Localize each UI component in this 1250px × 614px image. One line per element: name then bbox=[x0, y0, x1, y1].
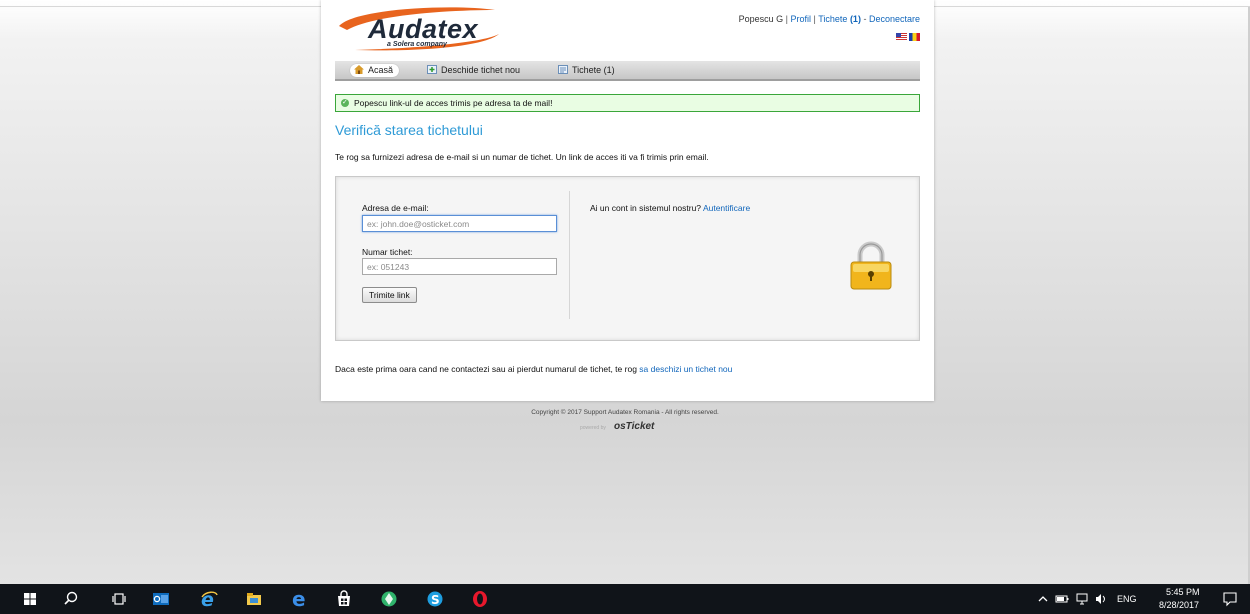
osticket-logo: osTicket bbox=[614, 421, 655, 432]
account-question: Ai un cont in sistemul nostru? Autentifi… bbox=[590, 203, 750, 213]
nav-new-ticket[interactable]: Deschide tichet nou bbox=[423, 64, 526, 77]
network-icon[interactable] bbox=[1075, 592, 1089, 606]
send-link-button[interactable]: Trimite link bbox=[362, 287, 417, 303]
nav-tickets[interactable]: Tichete (1) bbox=[554, 64, 621, 77]
romanian-flag-icon[interactable] bbox=[909, 33, 920, 41]
battery-icon[interactable] bbox=[1055, 592, 1069, 606]
footer-note: Daca este prima oara cand ne contactezi … bbox=[335, 364, 732, 374]
svg-text:e: e bbox=[292, 590, 306, 608]
opera-icon[interactable] bbox=[471, 590, 489, 608]
tickets-link-label: Tichete bbox=[818, 14, 848, 24]
login-link[interactable]: Autentificare bbox=[703, 203, 750, 213]
notifications-icon[interactable] bbox=[1222, 591, 1238, 607]
audatex-logo[interactable]: Audatex a Solera company bbox=[335, 6, 503, 52]
ticket-number-input[interactable] bbox=[362, 258, 557, 275]
taskbar: e e S ENG 5:45 PM 8/28/2017 bbox=[0, 584, 1250, 614]
english-flag-icon[interactable] bbox=[896, 33, 907, 41]
main-nav: Acasă Deschide tichet nou Tichete (1) bbox=[335, 61, 920, 81]
account-question-text: Ai un cont in sistemul nostru? bbox=[590, 203, 702, 213]
logout-link[interactable]: Deconectare bbox=[869, 14, 920, 24]
nav-home-label: Acasă bbox=[368, 65, 394, 75]
lock-icon bbox=[850, 241, 892, 290]
footer-note-text: Daca este prima oara cand ne contactezi … bbox=[335, 364, 637, 374]
intro-text: Te rog sa furnizezi adresa de e-mail si … bbox=[335, 152, 709, 162]
form-divider bbox=[569, 191, 570, 319]
nav-tickets-label: Tichete (1) bbox=[572, 65, 615, 75]
internet-explorer-icon[interactable]: e bbox=[200, 590, 218, 608]
email-label: Adresa de e-mail: bbox=[362, 203, 429, 213]
volume-icon[interactable] bbox=[1094, 592, 1108, 606]
success-notice: Popescu link-ul de acces trimis pe adres… bbox=[335, 94, 920, 112]
store-icon[interactable] bbox=[335, 590, 353, 608]
svg-text:S: S bbox=[431, 593, 440, 607]
tickets-icon bbox=[558, 65, 568, 74]
nav-home[interactable]: Acasă bbox=[350, 64, 400, 77]
search-icon[interactable] bbox=[62, 590, 80, 608]
brand-tagline: a Solera company bbox=[387, 41, 447, 48]
email-input[interactable] bbox=[362, 215, 557, 232]
language-indicator[interactable]: ENG bbox=[1117, 594, 1137, 604]
check-icon bbox=[341, 95, 349, 111]
tickets-link[interactable]: Tichete (1) bbox=[818, 14, 861, 24]
open-new-ticket-link[interactable]: sa deschizi un tichet nou bbox=[639, 364, 732, 374]
new-ticket-icon bbox=[427, 65, 437, 74]
file-explorer-icon[interactable] bbox=[245, 590, 263, 608]
page-title: Verifică starea tichetului bbox=[335, 122, 483, 138]
user-name: Popescu G bbox=[738, 14, 784, 24]
clock-time[interactable]: 5:45 PM bbox=[1166, 587, 1200, 597]
outlook-icon[interactable] bbox=[152, 590, 170, 608]
profile-link[interactable]: Profil bbox=[791, 14, 812, 24]
skype-icon[interactable]: S bbox=[426, 590, 444, 608]
task-view-icon[interactable] bbox=[110, 590, 128, 608]
language-flags bbox=[896, 33, 920, 41]
tickets-count: (1) bbox=[849, 14, 861, 24]
home-icon bbox=[354, 65, 364, 74]
powered-by-osticket[interactable]: powered by osTicket bbox=[580, 421, 670, 433]
edge-icon[interactable]: e bbox=[291, 590, 309, 608]
powered-by-text: powered by bbox=[580, 425, 606, 431]
page-container: Audatex a Solera company Popescu G | Pro… bbox=[321, 0, 934, 401]
windows-start-icon[interactable] bbox=[21, 590, 39, 608]
user-nav: Popescu G | Profil | Tichete (1) - Decon… bbox=[738, 14, 920, 24]
copyright: Copyright © 2017 Support Audatex Romania… bbox=[531, 409, 719, 416]
ticket-number-label: Numar tichet: bbox=[362, 247, 413, 257]
nav-new-ticket-label: Deschide tichet nou bbox=[441, 65, 521, 75]
ticket-access-form: Adresa de e-mail: Numar tichet: Trimite … bbox=[335, 176, 920, 341]
clock-date[interactable]: 8/28/2017 bbox=[1159, 600, 1199, 610]
app-icon[interactable] bbox=[380, 590, 398, 608]
chevron-up-icon[interactable] bbox=[1036, 592, 1050, 606]
notice-text: Popescu link-ul de acces trimis pe adres… bbox=[354, 98, 553, 108]
